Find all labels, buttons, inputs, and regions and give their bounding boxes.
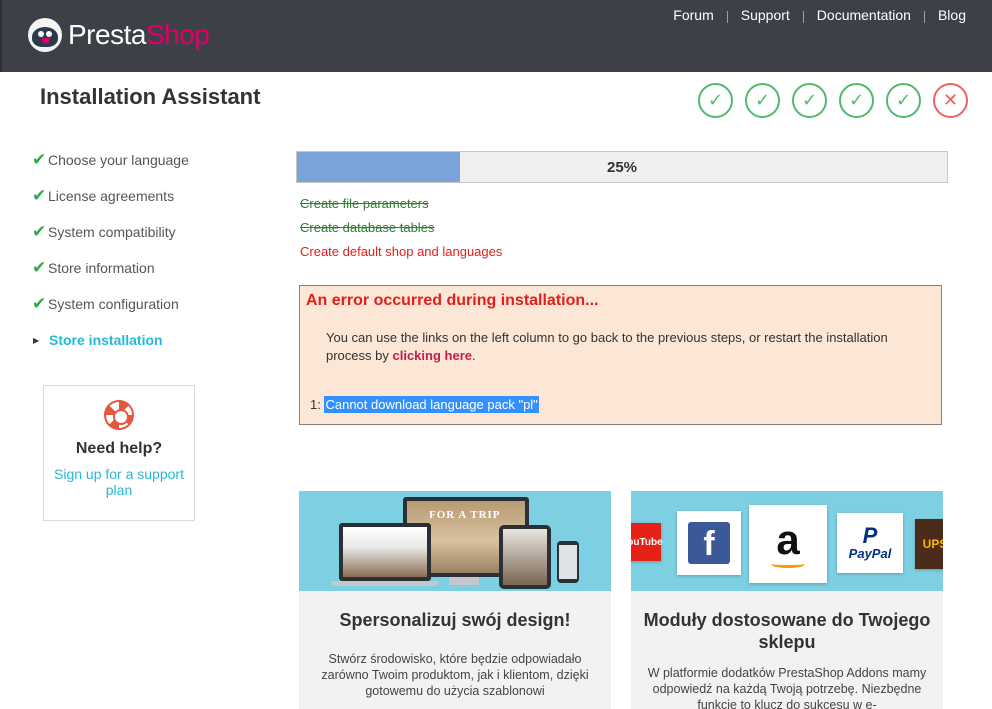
help-title: Need help? (75, 440, 163, 457)
error-alert: An error occurred during installation...… (299, 285, 942, 425)
check-icon: ✔ (32, 186, 47, 205)
laptop-screen (343, 527, 427, 577)
sidebar-item-system-configuration[interactable]: ✔ System configuration (32, 286, 272, 322)
sidebar-item-label: System compatibility (48, 224, 176, 240)
sidebar-item-label: Choose your language (48, 152, 189, 168)
mockup-headline: FOR A TRIP (429, 509, 501, 521)
help-box: Need help? Sign up for a support plan (43, 385, 195, 521)
check-icon: ✔ (32, 258, 47, 277)
step-done-check-icon: ✓ (698, 83, 733, 118)
promo-card-modules[interactable]: YouTube f a P PayPal UPS Moduły dostosow… (631, 491, 943, 709)
error-detail-item: 1: Cannot download language pack "pl" (310, 396, 539, 413)
step-done-check-icon: ✓ (792, 83, 827, 118)
check-icon: ✔ (32, 294, 47, 313)
step-done-check-icon: ✓ (886, 83, 921, 118)
error-item-number: 1: (310, 397, 321, 412)
nav-documentation-link[interactable]: Documentation (817, 7, 911, 23)
error-title: An error occurred during installation... (306, 292, 599, 309)
progress-label: 25% (606, 158, 638, 176)
restart-installation-link[interactable]: clicking here (393, 348, 472, 363)
task-item: Create default shop and languages (300, 244, 503, 259)
sidebar-item-label: Store installation (49, 332, 163, 348)
nav-separator (923, 11, 925, 23)
task-item: Create file parameters (300, 196, 429, 211)
step-done-check-icon: ✓ (745, 83, 780, 118)
devices-mockup-image: FOR A TRIP (299, 491, 611, 591)
logo-wordmark: PrestaShop (68, 19, 210, 51)
triangle-right-icon: ▶ (33, 335, 40, 345)
step-done-check-icon: ✓ (839, 83, 874, 118)
page-title: Installation Assistant (40, 84, 261, 109)
nav-separator (802, 11, 804, 23)
top-navigation: Forum Support Documentation Blog (673, 7, 966, 23)
steps-sidebar: ✔ Choose your language ✔ License agreeme… (32, 142, 272, 358)
sidebar-item-label: System configuration (48, 296, 179, 312)
facebook-logo-icon: f (677, 511, 741, 575)
check-icon: ✔ (32, 222, 47, 241)
support-plan-link[interactable]: Sign up for a support plan (44, 466, 194, 498)
installation-task-list: Create file parameters Create database t… (300, 196, 502, 268)
error-item-text: Cannot download language pack "pl" (324, 396, 539, 413)
promo-card-design[interactable]: FOR A TRIP Spersonalizuj swój design! St… (299, 491, 611, 709)
sidebar-item-store-installation[interactable]: ▶ Store installation (32, 322, 272, 358)
step-error-x-icon: ✕ (933, 83, 968, 118)
youtube-logo-icon: YouTube (631, 523, 663, 561)
prestashop-logo[interactable]: PrestaShop (28, 18, 210, 52)
sidebar-item-license-agreements[interactable]: ✔ License agreements (32, 178, 272, 214)
tablet-screen (503, 529, 547, 585)
logo-presta-text: Presta (68, 19, 146, 50)
installation-progress-bar: 25% (296, 151, 948, 183)
ups-logo-icon: UPS (915, 519, 943, 569)
sidebar-item-label: Store information (48, 260, 155, 276)
laptop-base (331, 581, 439, 586)
nav-forum-link[interactable]: Forum (673, 7, 713, 23)
card-text: Stwórz środowisko, które będzie odpowiad… (321, 652, 589, 698)
sidebar-item-system-compatibility[interactable]: ✔ System compatibility (32, 214, 272, 250)
card-text: W platformie dodatków PrestaShop Addons … (647, 666, 927, 709)
step-indicator: ✓ ✓ ✓ ✓ ✓ ✕ (698, 83, 968, 118)
sidebar-item-store-information[interactable]: ✔ Store information (32, 250, 272, 286)
error-message-end: . (471, 348, 476, 363)
top-header: PrestaShop Forum Support Documentation B… (0, 0, 992, 72)
card-title: Spersonalizuj swój design! (339, 610, 571, 630)
error-message: You can use the links on the left column… (326, 329, 926, 365)
check-icon: ✔ (32, 150, 47, 169)
lifebuoy-icon (104, 400, 134, 430)
paypal-logo-icon: P PayPal (837, 513, 903, 573)
sidebar-item-label: License agreements (48, 188, 175, 204)
nav-separator (726, 11, 728, 23)
amazon-logo-icon: a (749, 505, 827, 583)
sidebar-item-choose-language[interactable]: ✔ Choose your language (32, 142, 272, 178)
phone-screen (559, 545, 577, 579)
nav-blog-link[interactable]: Blog (938, 7, 966, 23)
logo-shop-text: Shop (145, 19, 210, 50)
brand-logos-image: YouTube f a P PayPal UPS (631, 491, 943, 591)
nav-support-link[interactable]: Support (741, 7, 790, 23)
card-title: Moduły dostosowane do Twojego sklepu (643, 610, 931, 652)
task-item: Create database tables (300, 220, 435, 235)
puffin-logo-icon (28, 18, 62, 52)
monitor-stand (449, 577, 479, 585)
